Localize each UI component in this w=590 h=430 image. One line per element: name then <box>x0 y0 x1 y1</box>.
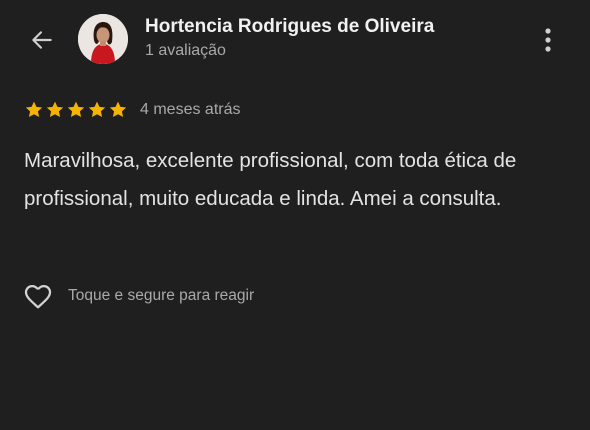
star-icon <box>67 101 85 118</box>
react-hint-label: Toque e segure para reagir <box>68 287 255 304</box>
heart-outline-icon <box>24 285 52 309</box>
back-button[interactable] <box>26 24 58 56</box>
review-text: Maravilhosa, excelente profissional, com… <box>24 149 517 210</box>
react-button[interactable]: Toque e segure para reagir <box>22 280 254 312</box>
rating-row: 4 meses atrás <box>24 98 240 122</box>
review-date: 4 meses atrás <box>140 101 241 118</box>
star-icon <box>88 101 106 118</box>
star-rating <box>24 100 128 120</box>
avatar[interactable] <box>78 14 128 64</box>
review-count: 1 avaliação <box>145 42 226 59</box>
avatar-photo <box>78 14 128 64</box>
star-icon <box>46 101 64 118</box>
more-options-button[interactable] <box>536 24 560 56</box>
reviewer-name[interactable]: Hortencia Rodrigues de Oliveira <box>145 16 434 38</box>
star-icon <box>25 101 43 118</box>
more-vertical-icon <box>545 28 551 52</box>
star-icon <box>109 101 127 118</box>
review-header: Hortencia Rodrigues de Oliveira 1 avalia… <box>0 0 590 78</box>
arrow-left-icon <box>32 31 52 49</box>
